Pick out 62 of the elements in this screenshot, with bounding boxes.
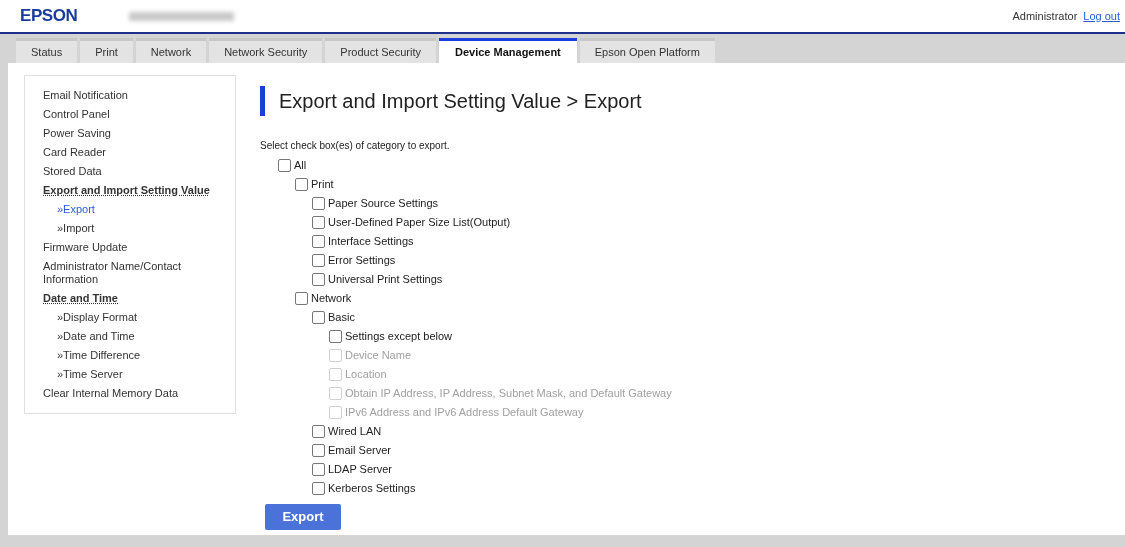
brand-logo: EPSON — [20, 5, 78, 28]
checkbox-label: IPv6 Address and IPv6 Address Default Gateway — [345, 405, 584, 421]
checkbox-label: Email Server — [328, 443, 391, 459]
checkbox[interactable] — [295, 178, 308, 191]
checkbox[interactable] — [312, 311, 325, 324]
checkbox[interactable] — [312, 425, 325, 438]
tab[interactable]: Status — [16, 38, 78, 63]
tab[interactable]: Network Security — [209, 38, 323, 63]
checkbox-label: Error Settings — [328, 253, 396, 269]
checkbox-label: Interface Settings — [328, 234, 414, 250]
checkbox[interactable] — [278, 159, 291, 172]
sidebar-item[interactable]: Email Notification — [43, 86, 217, 105]
sidebar-subitem[interactable]: »Time Server — [43, 365, 217, 384]
sidebar-subitem[interactable]: »Time Difference — [43, 346, 217, 365]
sidebar-item[interactable]: Firmware Update — [43, 238, 217, 257]
instruction-text: Select check box(es) of category to export. — [260, 139, 451, 153]
checkbox-label: Print — [311, 177, 334, 193]
export-button[interactable]: Export — [265, 504, 341, 530]
tab[interactable]: Print — [80, 38, 133, 63]
title-accent-bar — [260, 86, 265, 116]
checkbox[interactable] — [329, 330, 342, 343]
checkbox[interactable] — [312, 463, 325, 476]
checkbox-label: LDAP Server — [328, 462, 392, 478]
tab[interactable]: Network — [135, 38, 207, 63]
tab[interactable]: Epson Open Platform — [579, 38, 715, 63]
sidebar-item[interactable]: Administrator Name/Contact Information — [43, 257, 217, 289]
page-title: Export and Import Setting Value > Export — [279, 89, 642, 114]
sidebar-item[interactable]: Stored Data — [43, 162, 217, 181]
sidebar-subitem[interactable]: »Export — [43, 200, 217, 219]
checkbox-label: Obtain IP Address, IP Address, Subnet Mask, and Default Gateway — [345, 386, 672, 402]
checkbox-label: User-Defined Paper Size List(Output) — [328, 215, 511, 231]
checkbox-label: Wired LAN — [328, 424, 382, 440]
checkbox-label: Location — [345, 367, 387, 383]
checkbox-label: Basic — [328, 310, 355, 326]
sidebar-section[interactable]: Export and Import Setting Value — [43, 181, 210, 200]
checkbox[interactable] — [312, 273, 325, 286]
checkbox-label: All — [294, 158, 307, 174]
checkbox[interactable] — [312, 216, 325, 229]
checkbox-label: Network — [311, 291, 352, 307]
sidebar-subitem[interactable]: »Display Format — [43, 308, 217, 327]
checkbox[interactable] — [312, 197, 325, 210]
sidebar-item[interactable]: Card Reader — [43, 143, 217, 162]
checkbox-label: Device Name — [345, 348, 412, 364]
sidebar-subitem[interactable]: »Date and Time — [43, 327, 217, 346]
checkbox-label: Paper Source Settings — [328, 196, 439, 212]
user-name: Administrator — [1012, 8, 1078, 24]
checkbox[interactable] — [312, 235, 325, 248]
checkbox[interactable] — [312, 254, 325, 267]
sidebar-section[interactable]: Date and Time — [43, 289, 118, 308]
sidebar-item[interactable]: Control Panel — [43, 105, 217, 124]
checkbox[interactable] — [312, 482, 325, 495]
checkbox[interactable] — [312, 444, 325, 457]
sidebar-item[interactable]: Power Saving — [43, 124, 217, 143]
checkbox-label: Kerberos Settings — [328, 481, 416, 497]
checkbox[interactable] — [295, 292, 308, 305]
logout-link[interactable]: Log out — [1083, 7, 1120, 25]
sidebar-subitem[interactable]: »Import — [43, 219, 217, 238]
sidebar-item[interactable]: Clear Internal Memory Data — [43, 384, 217, 403]
tab[interactable]: Device Management — [439, 38, 577, 63]
checkbox-label: Universal Print Settings — [328, 272, 443, 288]
tab[interactable]: Product Security — [325, 38, 436, 63]
checkbox-label: Settings except below — [345, 329, 452, 345]
